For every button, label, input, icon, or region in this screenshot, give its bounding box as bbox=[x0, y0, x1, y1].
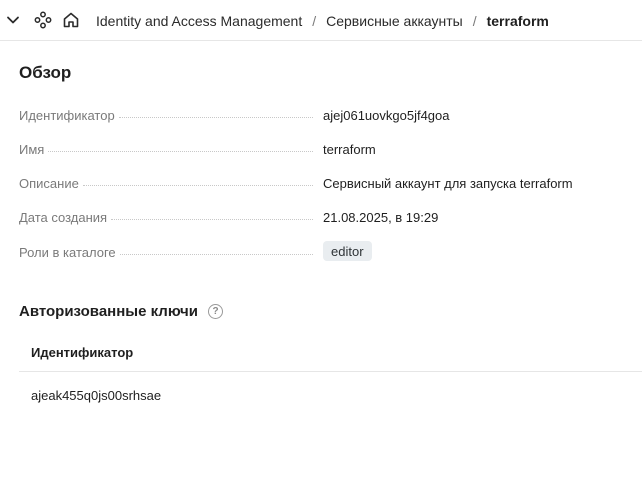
overview-title: Обзор bbox=[19, 63, 72, 82]
breadcrumb-separator: / bbox=[312, 12, 317, 29]
role-badge: editor bbox=[323, 241, 372, 261]
property-row-name: Имя terraform bbox=[19, 138, 619, 160]
breadcrumb-item-service-accounts[interactable]: Сервисные аккаунты bbox=[326, 13, 463, 29]
property-row-description: Описание Сервисный аккаунт для запуска t… bbox=[19, 172, 619, 194]
property-label: Дата создания bbox=[19, 209, 108, 225]
services-icon[interactable] bbox=[33, 10, 53, 30]
leader-dots bbox=[111, 218, 313, 220]
breadcrumb-item-iam[interactable]: Identity and Access Management bbox=[96, 13, 302, 29]
property-label: Идентификатор bbox=[19, 107, 115, 123]
chevron-down-icon[interactable] bbox=[3, 10, 23, 30]
property-row-created: Дата создания 21.08.2025, в 19:29 bbox=[19, 206, 619, 228]
leader-dots bbox=[119, 253, 313, 255]
breadcrumb-current: terraform bbox=[486, 12, 549, 29]
leader-dots bbox=[48, 150, 313, 152]
property-label: Описание bbox=[19, 175, 79, 191]
leader-dots bbox=[82, 184, 313, 186]
help-icon[interactable]: ? bbox=[208, 304, 223, 319]
property-row-id: Идентификатор ajej061uovkgo5jf4goa bbox=[19, 104, 619, 126]
authorized-keys-section: Авторизованные ключи ? bbox=[19, 303, 223, 320]
property-value-name: terraform bbox=[323, 141, 376, 157]
key-id-cell: ajeak455q0js00srhsae bbox=[31, 387, 162, 403]
property-value-created: 21.08.2025, в 19:29 bbox=[323, 209, 439, 225]
property-value-id: ajej061uovkgo5jf4goa bbox=[323, 107, 450, 123]
table-row[interactable]: ajeak455q0js00srhsae bbox=[19, 373, 642, 417]
property-label: Имя bbox=[19, 141, 45, 157]
breadcrumb: Identity and Access Management / Сервисн… bbox=[96, 0, 549, 41]
property-value-description: Сервисный аккаунт для запуска terraform bbox=[323, 175, 573, 191]
home-icon[interactable] bbox=[61, 10, 81, 30]
property-label: Роли в каталоге bbox=[19, 244, 116, 260]
breadcrumb-separator: / bbox=[472, 12, 477, 29]
top-navigation-bar: Identity and Access Management / Сервисн… bbox=[0, 0, 642, 41]
leader-dots bbox=[118, 116, 313, 118]
keys-table-header: Идентификатор bbox=[19, 333, 642, 372]
property-row-roles: Роли в каталоге editor bbox=[19, 241, 619, 263]
authorized-keys-title: Авторизованные ключи bbox=[19, 303, 198, 320]
column-header-id: Идентификатор bbox=[31, 344, 134, 360]
